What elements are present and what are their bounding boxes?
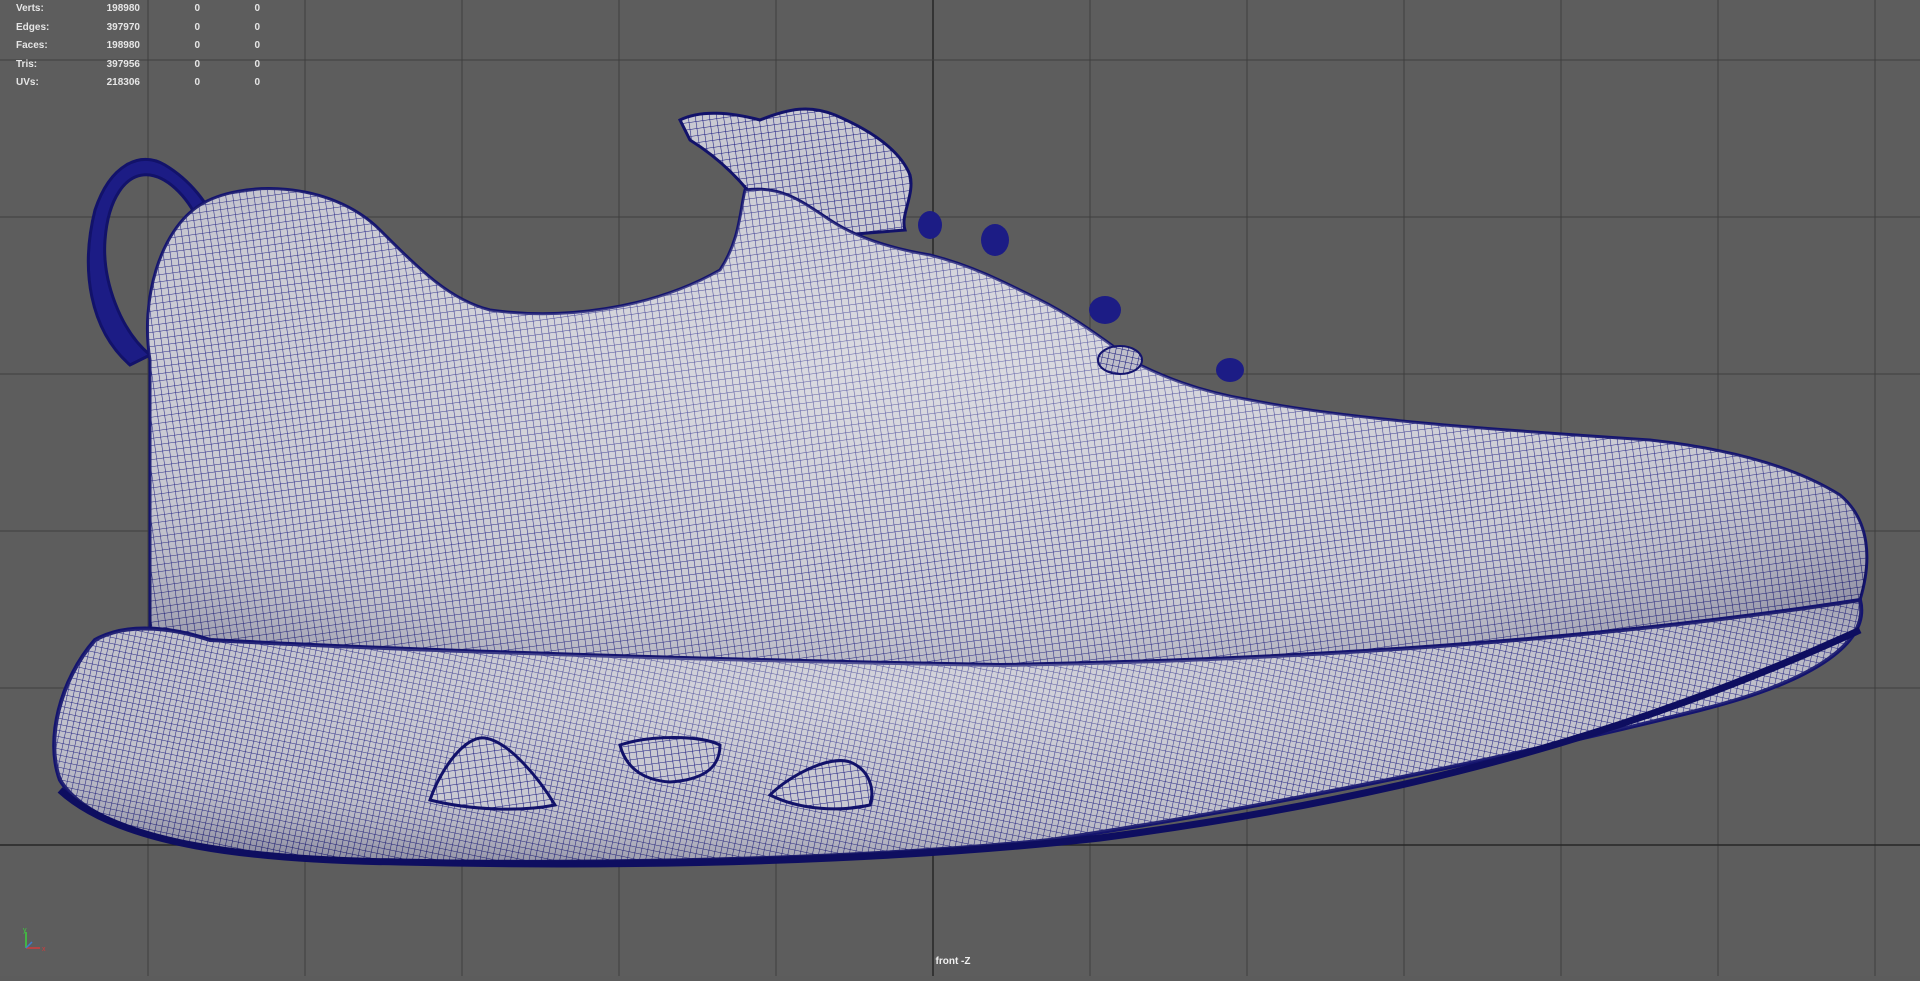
hud-row: Verts: 198980 0 0	[16, 0, 260, 19]
hud-v3: 0	[254, 77, 260, 89]
hud-v3: 0	[254, 3, 260, 14]
shoe-wireframe-icon	[52, 107, 1869, 868]
hud-label: Verts:	[16, 3, 44, 14]
hud-label: Edges:	[16, 21, 50, 33]
hud-v1: 397970	[106, 21, 140, 33]
hud-v1: 198980	[106, 40, 140, 52]
viewport-front[interactable]: Verts: 198980 0 0 Edges: 397970 0 0 Faces: 198980…	[0, 0, 1920, 976]
hud-v3: 0	[254, 58, 260, 70]
hud-v2: 0	[194, 21, 200, 33]
camera-label: front -Z	[935, 956, 971, 967]
hud-v2: 0	[194, 40, 200, 52]
hud-v2: 0	[194, 3, 200, 14]
hud-row: Edges: 397970 0 0	[16, 19, 260, 38]
hud-row: Faces: 198980 0 0	[16, 37, 260, 56]
hud-v3: 0	[254, 21, 260, 33]
hud-row: UVs: 218306 0 0	[16, 74, 260, 93]
svg-text:x: x	[42, 946, 46, 953]
hud-v2: 0	[194, 77, 200, 89]
hud-v1: 397956	[106, 58, 140, 70]
svg-text:y: y	[23, 927, 27, 934]
axis-gizmo-icon: x y	[23, 927, 46, 953]
hud-v2: 0	[194, 58, 200, 70]
hud-label: Faces:	[16, 40, 48, 52]
hud-row: Tris: 397956 0 0	[16, 56, 260, 75]
hud-label: Tris:	[16, 58, 38, 70]
hud-v3: 0	[254, 40, 260, 52]
hud-label: UVs:	[16, 77, 39, 89]
poly-count-hud: Verts: 198980 0 0 Edges: 397970 0 0 Faces: 198980…	[16, 0, 260, 93]
shoe-mesh[interactable]	[0, 0, 1920, 976]
hud-v1: 198980	[106, 3, 140, 14]
hud-v1: 218306	[106, 77, 140, 89]
